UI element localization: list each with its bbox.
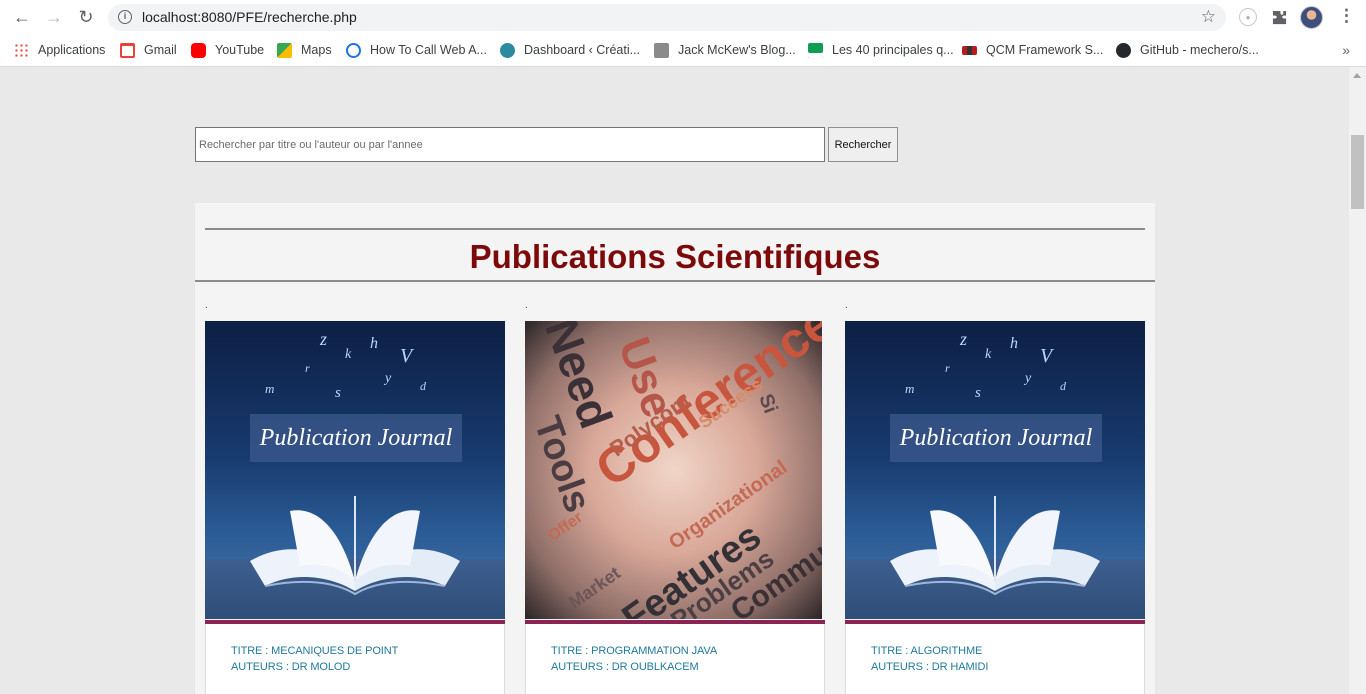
publication-image[interactable]: z k h V r y m d s Publication Journal (845, 321, 1145, 619)
bookmark-label: YouTube (215, 43, 265, 57)
bookmark-label: How To Call Web A... (370, 43, 487, 57)
publication-title[interactable]: TITRE : ALGORITHME (871, 645, 982, 657)
maps-icon (277, 42, 292, 58)
bookmark-blog[interactable]: Jack McKew's Blog... (654, 41, 796, 59)
card-marker: . (525, 300, 528, 311)
bookmark-maps[interactable]: Maps (277, 41, 332, 59)
bookmark-star-icon[interactable]: ☆ (1201, 7, 1216, 27)
browser-menu-icon[interactable]: ⋮ (1338, 7, 1355, 25)
publication-authors: AUTEURS : DR OUBLKACEM (551, 661, 699, 673)
web-api-icon (346, 42, 361, 58)
reload-icon[interactable]: ↻ (76, 7, 96, 27)
address-url[interactable]: localhost:8080/PFE/recherche.php (142, 9, 357, 25)
dashboard-icon (500, 42, 515, 58)
bookmark-label: Applications (38, 43, 106, 57)
scroll-up-arrow-icon[interactable] (1353, 73, 1361, 78)
qcm-icon (962, 45, 977, 55)
blog-icon (654, 42, 669, 58)
search-input[interactable] (195, 127, 825, 162)
bookmark-label: GitHub - mechero/s... (1140, 43, 1259, 57)
image-caption: Conference (525, 321, 526, 322)
publications-section: Publications Scientifiques . z k h V r y… (195, 203, 1155, 694)
publication-authors: AUTEURS : DR MOLOD (231, 661, 351, 673)
bookmark-label: Jack McKew's Blog... (678, 43, 796, 57)
bookmark-applications[interactable]: Applications (14, 41, 105, 59)
publication-card[interactable]: . z k h V r y m d s Publication Journal (205, 301, 505, 694)
card-marker: . (205, 300, 208, 311)
bookmark-label: Les 40 principales q... (832, 43, 954, 57)
publication-title[interactable]: TITRE : MECANIQUES DE POINT (231, 645, 398, 657)
publication-title[interactable]: TITRE : PROGRAMMATION JAVA (551, 645, 717, 657)
github-icon (1116, 42, 1131, 58)
publication-card[interactable]: . Need Tools Use Conference Polycom Orga… (525, 301, 825, 694)
publication-authors: AUTEURS : DR HAMIDI (871, 661, 989, 673)
bookmark-web-api[interactable]: How To Call Web A... (346, 41, 487, 59)
bookmark-label: Dashboard ‹ Créati... (524, 43, 641, 57)
site-info-icon[interactable]: i (118, 10, 132, 24)
bookmark-github[interactable]: GitHub - mechero/s... (1116, 41, 1259, 59)
bookmark-label: Gmail (144, 43, 177, 57)
forward-arrow-icon[interactable]: → (44, 7, 64, 27)
youtube-icon (191, 42, 206, 58)
bookmark-label: QCM Framework S... (986, 43, 1104, 57)
apps-grid-icon (14, 42, 29, 58)
divider (205, 228, 1145, 230)
card-details: TITRE : MECANIQUES DE POINT AUTEURS : DR… (205, 624, 505, 694)
more-bookmarks-icon[interactable]: » (1342, 42, 1350, 58)
image-caption: Publication Journal (890, 414, 1102, 462)
search-button[interactable]: Rechercher (828, 127, 898, 162)
extension-icon[interactable]: ● (1239, 8, 1257, 26)
publication-image[interactable]: Need Tools Use Conference Polycom Organi… (525, 321, 822, 619)
profile-avatar[interactable] (1300, 6, 1323, 29)
card-details: TITRE : PROGRAMMATION JAVA AUTEURS : DR … (525, 624, 825, 694)
page-title: Publications Scientifiques (469, 238, 881, 275)
bookmarks-bar: Applications Gmail YouTube Maps How To C… (0, 34, 1366, 67)
address-bar[interactable]: i localhost:8080/PFE/recherche.php ☆ (108, 4, 1226, 31)
divider (195, 280, 1155, 282)
page-viewport: Rechercher Publications Scientifiques . … (0, 67, 1349, 694)
card-details: TITRE : ALGORITHME AUTEURS : DR HAMIDI (845, 624, 1145, 694)
bookmark-youtube[interactable]: YouTube (191, 41, 264, 59)
bookmark-qcm[interactable]: QCM Framework S... (962, 41, 1103, 59)
gmail-icon (120, 42, 135, 58)
vertical-scrollbar[interactable] (1349, 67, 1366, 694)
bookmark-label: Maps (301, 43, 332, 57)
doc-icon (808, 42, 823, 58)
bookmark-dashboard[interactable]: Dashboard ‹ Créati... (500, 41, 640, 59)
card-marker: . (845, 300, 848, 311)
scrollbar-thumb[interactable] (1351, 135, 1364, 209)
publication-image[interactable]: z k h V r y m d s Publication Journal (205, 321, 505, 619)
back-arrow-icon[interactable]: ← (12, 7, 32, 27)
browser-toolbar: ← → ↻ i localhost:8080/PFE/recherche.php… (0, 0, 1366, 34)
bookmark-gmail[interactable]: Gmail (120, 41, 177, 59)
bookmark-les-40[interactable]: Les 40 principales q... (808, 41, 954, 59)
image-caption: Publication Journal (250, 414, 462, 462)
extensions-puzzle-icon[interactable] (1270, 8, 1288, 26)
publication-card[interactable]: . z k h V r y m d s Publication Journal (845, 301, 1145, 694)
